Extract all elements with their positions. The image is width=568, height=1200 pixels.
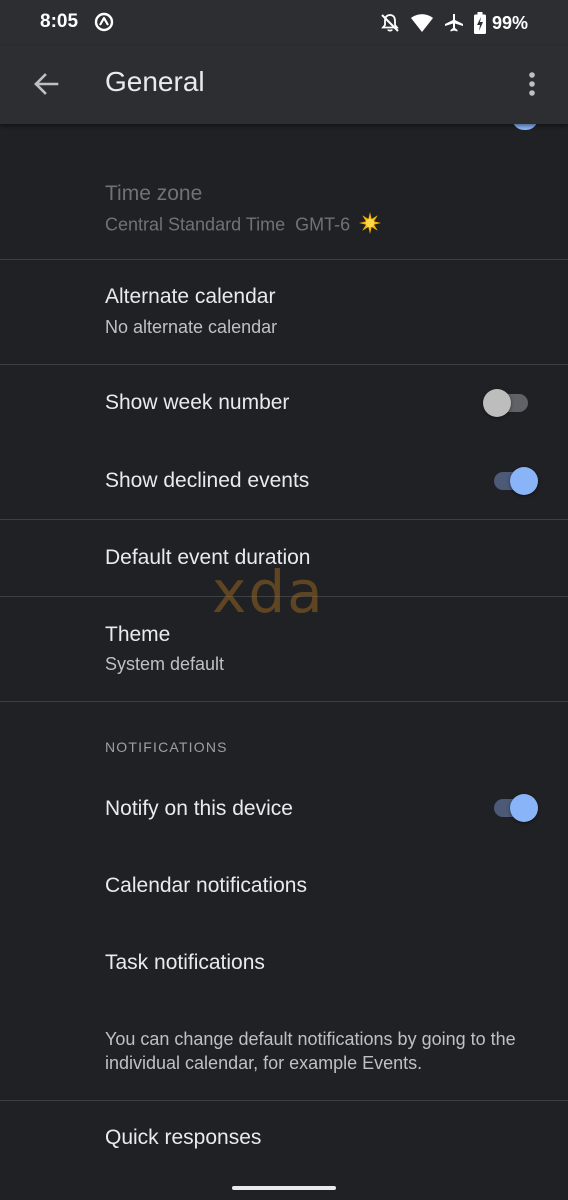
quick-responses-setting[interactable]: Quick responses: [0, 1112, 568, 1172]
show-week-number-title: Show week number: [105, 391, 290, 414]
alternate-calendar-title: Alternate calendar: [105, 285, 276, 308]
app-notification-icon: [94, 12, 114, 32]
gesture-nav-handle[interactable]: [232, 1186, 336, 1190]
task-notifications-setting[interactable]: Task notifications: [0, 937, 568, 989]
more-vert-icon: [528, 71, 536, 102]
notifications-info-text: You can change default notifications by …: [105, 1029, 516, 1073]
time-zone-value-text: Central Standard Time GMT-6: [105, 214, 351, 235]
alternate-calendar-value: No alternate calendar: [105, 317, 278, 337]
show-declined-events-setting[interactable]: Show declined events: [0, 456, 568, 508]
divider: [0, 701, 568, 702]
toggle-thumb: [510, 467, 538, 495]
airplane-icon: [444, 13, 464, 33]
show-declined-events-toggle[interactable]: [482, 464, 542, 498]
show-week-number-setting[interactable]: Show week number: [0, 378, 568, 430]
arrow-back-icon: [33, 71, 59, 102]
calendar-notifications-title: Calendar notifications: [105, 874, 307, 897]
toggle-thumb: [483, 389, 511, 417]
notify-on-device-toggle[interactable]: [482, 791, 542, 825]
time-zone-title: Time zone: [105, 182, 203, 205]
divider: [0, 259, 568, 260]
notifications-section-header: NOTIFICATIONS: [105, 739, 228, 755]
battery-charging-icon: [473, 12, 486, 34]
more-options-button[interactable]: [512, 64, 552, 108]
page-title: General: [105, 66, 205, 97]
quick-responses-title: Quick responses: [105, 1126, 262, 1149]
status-bar: 8:05 99%: [0, 0, 568, 46]
status-time: 8:05: [40, 11, 79, 32]
sun-emoji-icon: [359, 212, 382, 239]
battery-percentage: 99%: [491, 12, 528, 33]
notifications-off-icon: [380, 13, 400, 33]
time-zone-value: Central Standard Time GMT-6: [105, 212, 382, 239]
notify-on-device-title: Notify on this device: [105, 797, 293, 820]
divider: [0, 519, 568, 520]
alternate-calendar-setting[interactable]: Alternate calendar No alternate calendar: [0, 275, 568, 365]
task-notifications-title: Task notifications: [105, 951, 265, 974]
show-week-number-toggle[interactable]: [482, 386, 542, 420]
notify-on-device-setting[interactable]: Notify on this device: [0, 783, 568, 835]
toggle-thumb: [510, 794, 538, 822]
show-declined-events-title: Show declined events: [105, 469, 310, 492]
divider: [0, 1100, 568, 1101]
watermark: xda: [212, 558, 325, 626]
back-button[interactable]: [24, 64, 68, 108]
theme-value: System default: [105, 654, 225, 674]
divider: [0, 364, 568, 365]
status-icons: 99%: [380, 10, 528, 36]
app-bar: General: [0, 46, 568, 124]
theme-title: Theme: [105, 623, 171, 646]
calendar-notifications-setting[interactable]: Calendar notifications: [0, 860, 568, 912]
time-zone-setting[interactable]: Time zone Central Standard Time GMT-6: [0, 170, 568, 260]
wifi-icon: [410, 13, 434, 33]
